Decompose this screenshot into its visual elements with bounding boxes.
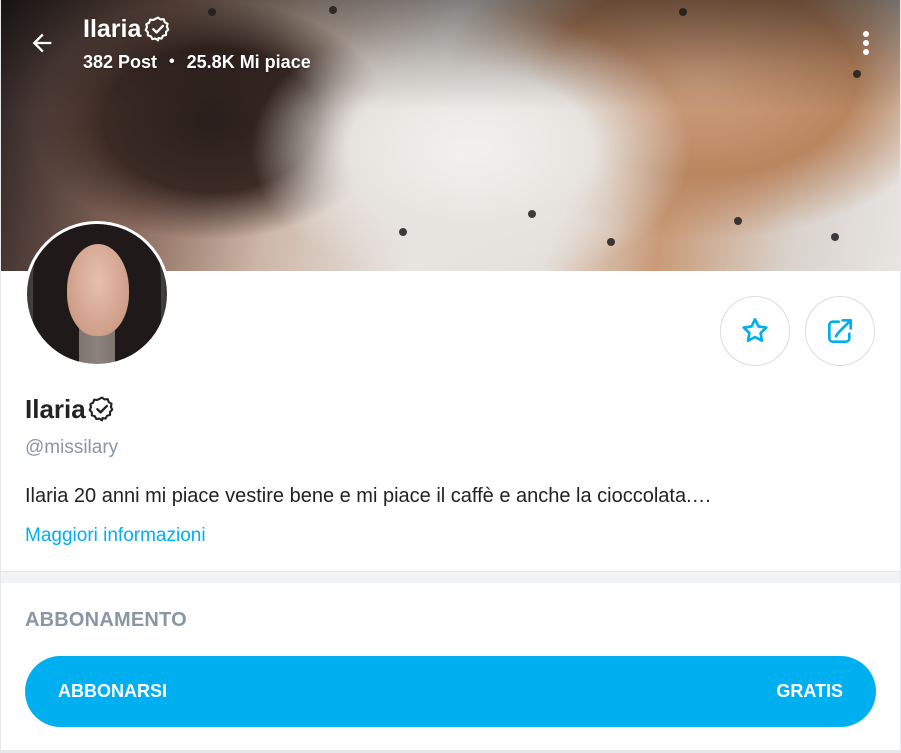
cover-decoration (679, 8, 687, 16)
more-vertical-icon (863, 31, 869, 55)
profile-username: @missilary (25, 437, 119, 458)
profile-bio: Ilaria 20 anni mi piace vestire bene e m… (25, 485, 712, 507)
avatar[interactable] (24, 221, 170, 367)
verified-badge-icon (88, 396, 114, 422)
header-name: Ilaria (83, 15, 142, 43)
verified-badge-icon (144, 16, 170, 42)
header-stats: 382 Post • 25.8K Mi piace (83, 51, 311, 73)
star-icon (742, 317, 768, 343)
profile-name: Ilaria (25, 394, 86, 424)
likes-count: 25.8K Mi piace (186, 52, 311, 72)
share-icon (828, 319, 852, 343)
cover-decoration (528, 210, 536, 218)
cover-decoration (607, 238, 615, 246)
avatar-image (27, 224, 167, 364)
posts-count: 382 Post (83, 52, 158, 72)
cover-decoration (208, 8, 216, 16)
arrow-left-icon (32, 33, 52, 53)
section-divider (1, 571, 900, 583)
header-title: Ilaria (83, 14, 172, 44)
cover-decoration (734, 217, 742, 225)
cover-decoration (329, 6, 337, 14)
avatar-shape (67, 244, 129, 336)
add-to-favorites-button[interactable] (720, 296, 790, 366)
stats-separator: • (169, 53, 175, 70)
cover-decoration (831, 233, 839, 241)
subscribe-button-label: ABBONARSI (58, 681, 168, 701)
subscribe-button[interactable]: ABBONARSI GRATIS (25, 656, 876, 727)
profile-page: Ilaria 382 Post • 25.8K Mi piace Ilaria … (0, 0, 901, 753)
more-options-button[interactable] (850, 26, 882, 60)
back-button[interactable] (23, 24, 61, 62)
more-info-link[interactable]: Maggiori informazioni (25, 524, 206, 548)
profile-name-row: Ilaria (25, 393, 116, 425)
cover-decoration (399, 228, 407, 236)
subscribe-price-label: GRATIS (776, 681, 843, 701)
subscription-section-title: ABBONAMENTO (25, 609, 187, 631)
share-profile-button[interactable] (805, 296, 875, 366)
cover-decoration (853, 70, 861, 78)
